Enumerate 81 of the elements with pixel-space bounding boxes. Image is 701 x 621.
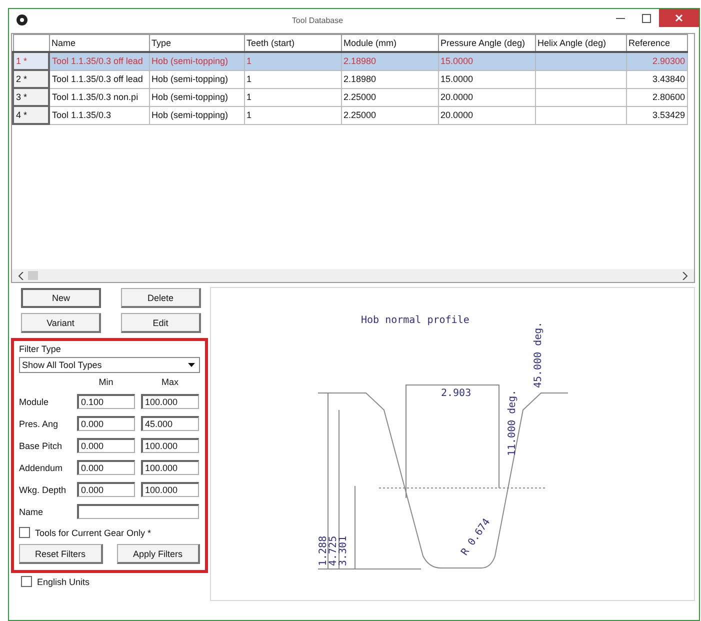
checkbox-label: Tools for Current Gear Only * [35,528,152,538]
close-button[interactable] [659,9,699,27]
table-cell: 3.53429 [626,106,688,124]
table-cell: 2.25000 [341,106,438,124]
table-cell: 2.90300 [626,52,688,70]
table-cell: 20.0000 [438,106,535,124]
table-cell: 1 [244,88,341,106]
row-header[interactable]: 1 * [13,52,49,70]
angle-label: 11.000 deg. [507,390,518,456]
min-field[interactable]: 0.000 [77,482,135,497]
column-header[interactable]: Reference [626,34,688,52]
column-header[interactable]: Module (mm) [341,34,438,52]
min-field[interactable]: 0.000 [77,460,135,475]
max-field[interactable]: 100.000 [141,482,199,497]
table-cell: Hob (semi-topping) [149,52,244,70]
minimize-icon [616,17,624,19]
table-cell: 1 [244,106,341,124]
table-cell: 2.18980 [341,52,438,70]
min-field[interactable]: 0.000 [77,438,135,453]
scroll-bar[interactable] [12,269,694,282]
window-title: Tool Database [290,16,344,24]
angle-label: 45.000 deg. [533,322,544,388]
field-label: Module [19,396,50,406]
table-cell: Tool 1.1.35/0.3 off lead [49,52,149,70]
table-cell: 2.80600 [626,88,688,106]
column-header[interactable]: Name [49,34,149,52]
button[interactable]: Variant [21,313,101,333]
max-field[interactable]: 100.000 [141,460,199,475]
field-label: Addendum [19,462,64,472]
dimension-label: 4.725 [328,536,339,566]
button[interactable]: New [21,288,101,308]
row-header[interactable]: 4 * [13,106,49,124]
min-field[interactable]: 0.100 [77,394,135,409]
table-cell: 15.0000 [438,52,535,70]
column-header[interactable]: Pressure Angle (deg) [438,34,535,52]
table-cell: 2.18980 [341,70,438,88]
dimension-label: 1.288 [318,536,329,566]
field-label: Pres. Ang [19,418,60,428]
field-label: Name [19,506,44,516]
row-header[interactable]: 3 * [13,88,49,106]
min-field[interactable]: 0.000 [77,416,135,431]
table-cell: 2.25000 [341,88,438,106]
table-cell: Hob (semi-topping) [149,106,244,124]
table-cell: Tool 1.1.35/0.3 non.pi [49,88,149,106]
drawing-title: Hob normal profile [361,315,470,326]
column-label: Min [98,377,114,387]
field-label: Wkg. Depth [19,484,68,494]
table-cell: Tool 1.1.35/0.3 off lead [49,70,149,88]
max-field[interactable]: 100.000 [141,438,199,453]
checkbox[interactable] [19,527,30,538]
checkbox-label: English Units [37,576,90,586]
max-field[interactable]: 45.000 [141,416,199,431]
button[interactable]: Edit [121,313,201,333]
column-header[interactable]: Teeth (start) [244,34,341,52]
maximize-icon [642,14,650,22]
column-label: Max [160,377,180,387]
button[interactable]: Reset Filters [19,544,102,564]
button[interactable]: Apply Filters [116,544,200,564]
table-cell: 3.43840 [626,70,688,88]
name-field[interactable] [77,504,199,519]
table-cell: Hob (semi-topping) [149,88,244,106]
dropdown-arrow-icon [188,363,195,367]
dimension-label: 2.903 [441,388,472,399]
dropdown[interactable]: Show All Tool Types [19,357,200,373]
checkbox[interactable] [21,576,32,587]
field-label: Base Pitch [19,440,64,450]
table-cell: 1 [244,52,341,70]
table-cell: 15.0000 [438,70,535,88]
column-header[interactable]: Type [149,34,244,52]
close-icon [675,14,683,22]
table-cell: Tool 1.1.35/0.3 [49,106,149,124]
table-cell: 20.0000 [438,88,535,106]
column-header[interactable]: Helix Angle (deg) [535,34,626,52]
table-cell: 1 [244,70,341,88]
scroll-thumb[interactable] [28,271,38,280]
dimension-label: 3.301 [338,536,349,566]
table-cell: Hob (semi-topping) [149,70,244,88]
group-label: Filter Type [19,344,62,354]
max-field[interactable]: 100.000 [141,394,199,409]
row-header[interactable]: 2 * [13,70,49,88]
button[interactable]: Delete [121,288,201,308]
